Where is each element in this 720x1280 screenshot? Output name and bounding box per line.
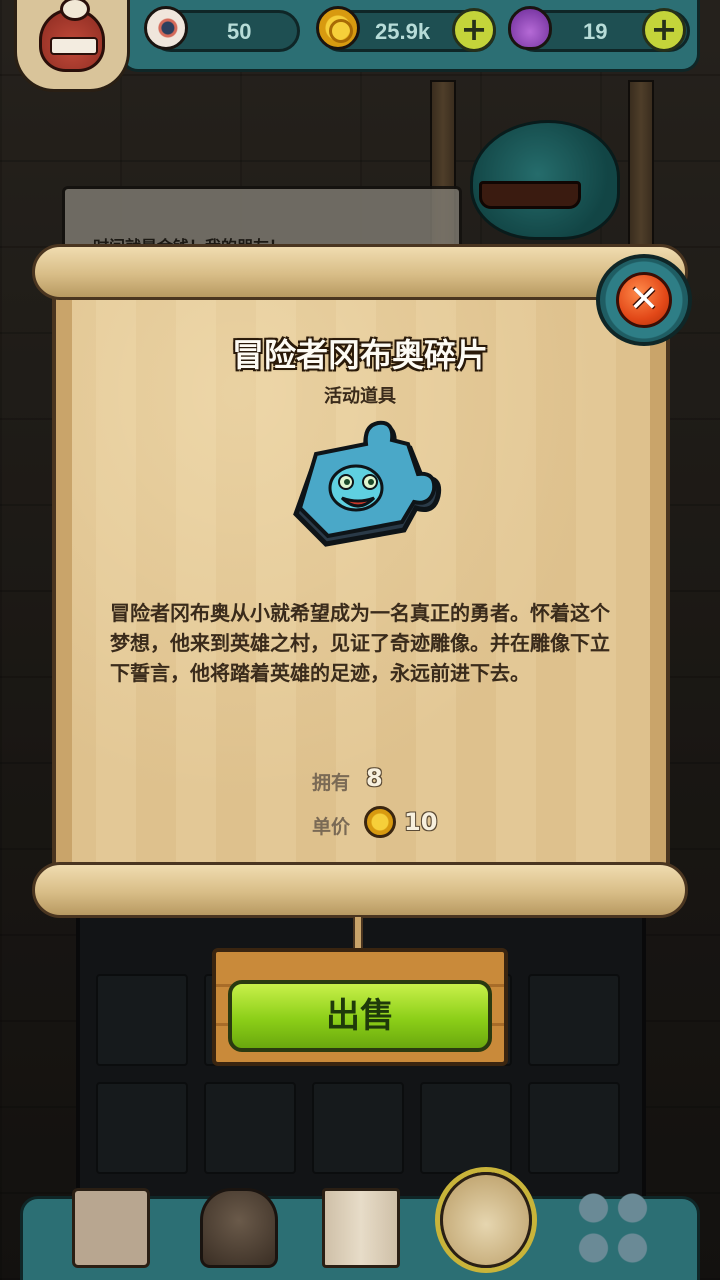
player-avatar-banner[interactable]: [14, 0, 130, 92]
gold-coin-icon: [364, 806, 396, 838]
potion-value: 19: [583, 19, 608, 44]
shop-icon[interactable]: [72, 1188, 150, 1268]
gold-value: 25.9k: [375, 19, 431, 44]
bag-icon[interactable]: [440, 1172, 532, 1268]
potion-icon: [508, 6, 552, 50]
scroll-bottom-rod: [32, 862, 688, 918]
sell-button[interactable]: 出售: [228, 980, 492, 1052]
add-gold-button[interactable]: +: [452, 8, 496, 52]
price-label: 单价: [312, 816, 351, 838]
hero-icon[interactable]: [200, 1188, 278, 1268]
grid-icon[interactable]: [574, 1188, 652, 1268]
close-icon: ✕: [616, 272, 672, 328]
puzzle-piece-icon: [293, 420, 442, 547]
price-value: 10: [404, 808, 438, 836]
owned-label: 拥有: [312, 772, 351, 794]
book-icon[interactable]: [322, 1188, 400, 1268]
close-button[interactable]: ✕: [596, 254, 692, 346]
gold-coin-icon: [316, 6, 360, 50]
item-title: 冒险者冈布奥碎片: [231, 336, 488, 374]
avatar: [39, 0, 105, 72]
scroll-top-rod: [32, 244, 688, 300]
item-description: 冒险者冈布奥从小就希望成为一名真正的勇者。怀着这个梦想，他来到英雄之村，见证了奇…: [110, 601, 610, 685]
item-category: 活动道具: [324, 386, 396, 407]
owned-value: 8: [366, 764, 383, 792]
add-potion-button[interactable]: +: [642, 8, 686, 52]
eyeball-icon: [144, 6, 188, 50]
eyes-value: 50: [227, 19, 252, 44]
